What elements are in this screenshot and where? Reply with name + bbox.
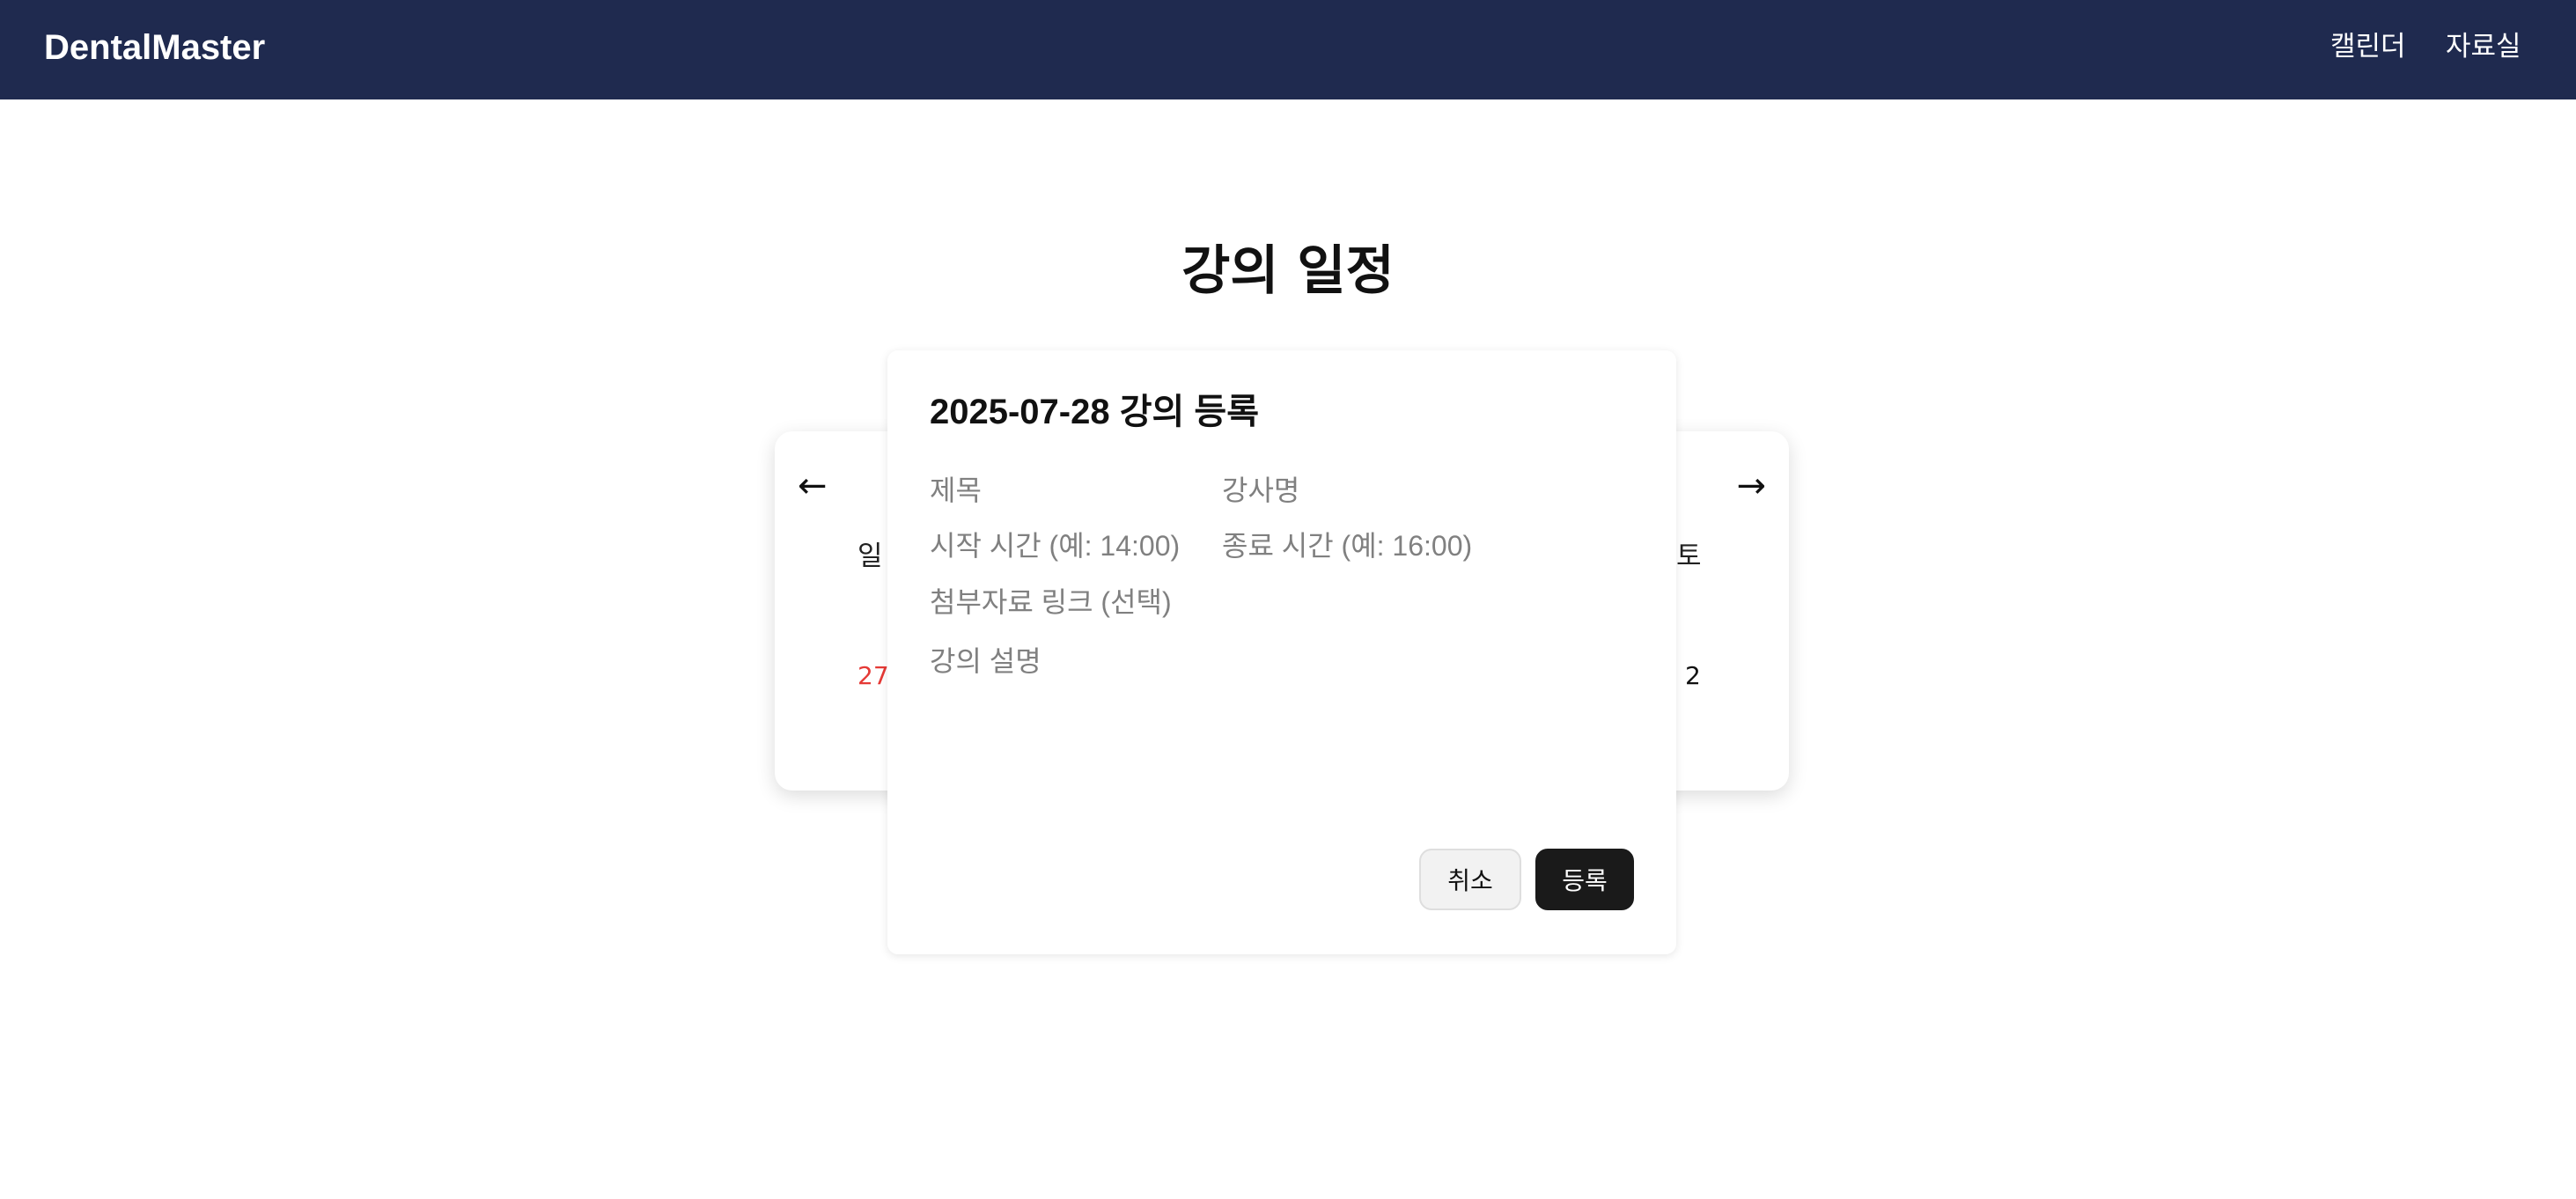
lecture-register-modal: 2025-07-28 강의 등록 취소 등록: [887, 350, 1676, 954]
top-navbar: DentalMaster 캘린더 자료실: [0, 0, 2576, 99]
register-button[interactable]: 등록: [1535, 849, 1634, 910]
calendar-day-2[interactable]: 2: [1685, 660, 1701, 692]
page-title: 강의 일정: [1181, 240, 1395, 302]
nav-link-calendar[interactable]: 캘린더: [2330, 28, 2406, 65]
next-month-arrow-icon[interactable]: →: [1736, 467, 1766, 505]
weekday-saturday: 토: [1676, 541, 1702, 572]
brand-logo[interactable]: DentalMaster: [44, 27, 265, 68]
modal-title: 2025-07-28 강의 등록: [930, 393, 1260, 431]
cancel-button[interactable]: 취소: [1419, 849, 1521, 910]
instructor-input[interactable]: [1222, 468, 1627, 512]
weekday-sunday: 일: [857, 541, 883, 572]
description-textarea[interactable]: [930, 636, 1627, 785]
end-time-input[interactable]: [1222, 524, 1627, 568]
calendar-day-27[interactable]: 27: [857, 660, 889, 692]
prev-month-arrow-icon[interactable]: ←: [798, 467, 828, 505]
attachment-link-input[interactable]: [930, 580, 1627, 624]
nav-link-files[interactable]: 자료실: [2446, 28, 2521, 65]
title-input[interactable]: [930, 468, 1211, 512]
start-time-input[interactable]: [930, 524, 1211, 568]
